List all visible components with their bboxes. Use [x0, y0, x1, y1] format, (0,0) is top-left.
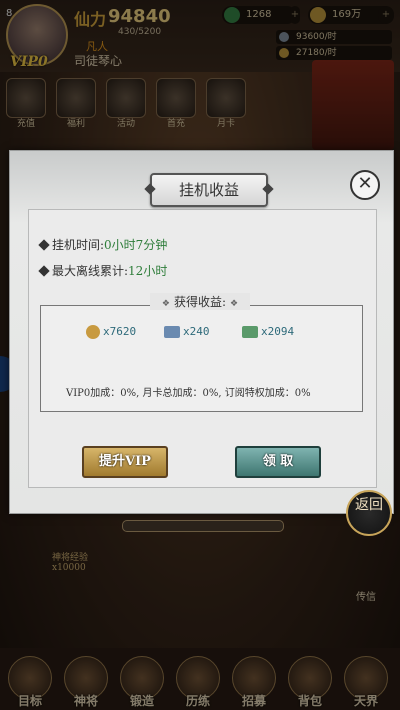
idle-time-row: 挂机时间:0小时7分钟 — [38, 236, 168, 253]
claim-button[interactable]: 领 取 — [235, 446, 321, 478]
idle-time-value: 0小时7分钟 — [104, 238, 168, 252]
back-button[interactable]: 返回 — [346, 490, 392, 536]
bullet-icon — [38, 265, 50, 277]
coin-icon — [86, 325, 100, 339]
dialog-title: 挂机收益 — [150, 173, 268, 207]
reward-item[interactable]: x7620 — [86, 325, 136, 339]
rewards-title: 获得收益: — [150, 293, 250, 310]
bonus-text: VIP0加成：0%, 月卡总加成：0%, 订阅特权加成：0% — [66, 388, 311, 399]
dialog-slider[interactable] — [122, 520, 284, 532]
reward-amount: x7620 — [103, 325, 137, 338]
max-offline-row: 最大离线累计:12小时 — [38, 262, 168, 279]
upgrade-vip-button[interactable]: 提升VIP — [82, 446, 168, 478]
max-offline-label: 最大离线累计: — [52, 264, 129, 278]
green-scroll-icon — [242, 326, 258, 338]
reward-item[interactable]: x2094 — [242, 325, 294, 338]
reward-item[interactable]: x240 — [164, 325, 210, 338]
reward-amount: x240 — [183, 325, 210, 338]
reward-amount: x2094 — [261, 325, 295, 338]
close-icon[interactable]: ✕ — [350, 170, 380, 200]
max-offline-value: 12小时 — [128, 264, 168, 278]
idle-time-label: 挂机时间: — [52, 238, 105, 252]
blue-scroll-icon — [164, 326, 180, 338]
bullet-icon — [38, 239, 50, 251]
